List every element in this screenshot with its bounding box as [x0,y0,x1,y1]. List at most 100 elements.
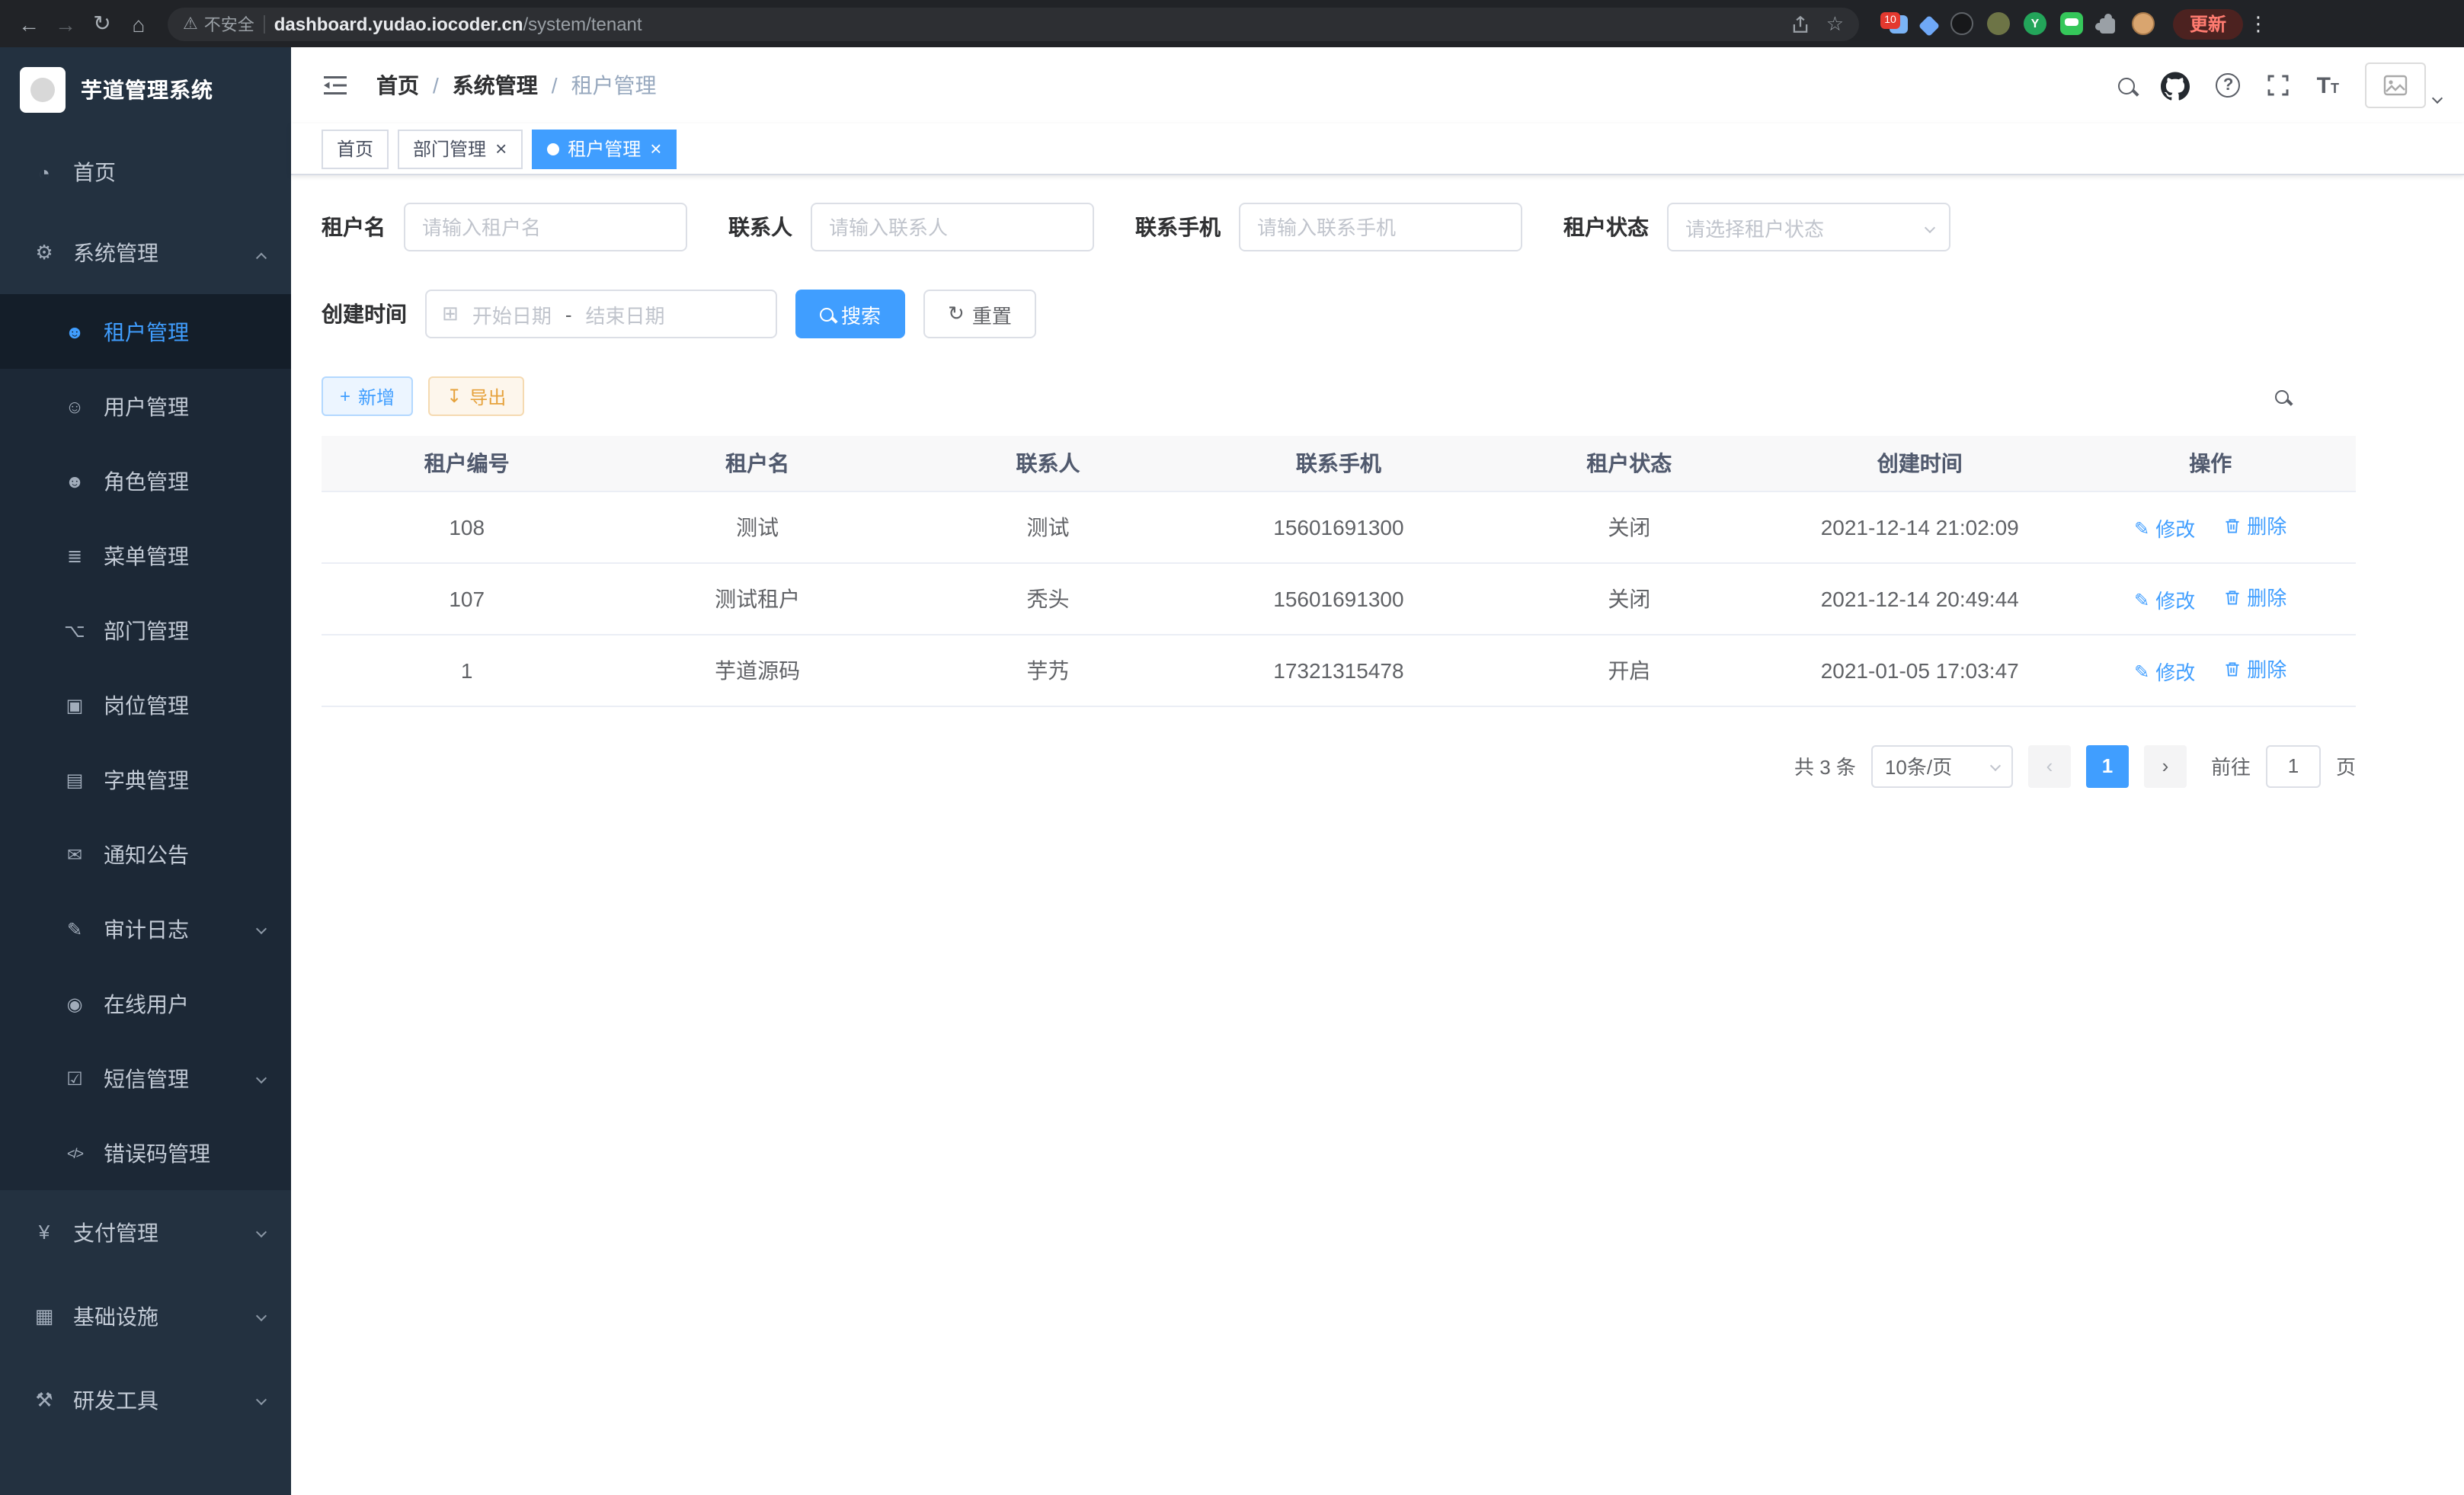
browser-reload-icon[interactable]: ↻ [85,7,119,40]
delete-link[interactable]: 删除 [2222,511,2286,539]
date-range-picker[interactable]: ⊞ 开始日期 - 结束日期 [425,290,777,338]
reset-button[interactable]: ↻ 重置 [923,290,1036,338]
table-row[interactable]: 108 测试 测试 15601691300 关闭 2021-12-14 21:0… [322,491,2356,562]
delete-link[interactable]: 删除 [2222,582,2286,611]
breadcrumb-home[interactable]: 首页 [376,70,419,101]
navbar-actions: ? TT [2119,62,2441,108]
sidebar-item-online-users[interactable]: ◉ 在线用户 [0,966,291,1041]
edit-link[interactable]: ✎修改 [2134,514,2195,543]
extension-olive-icon[interactable] [1987,12,2010,35]
tenant-name-input[interactable] [404,203,687,251]
phone-input[interactable] [1239,203,1522,251]
sidebar-item-payment[interactable]: ¥ 支付管理 [0,1190,291,1274]
tab-tenant[interactable]: 租户管理 × [531,129,677,168]
share-icon[interactable] [1791,13,1811,34]
sidebar-item-label: 首页 [73,157,116,187]
table-row[interactable]: 107 测试租户 秃头 15601691300 关闭 2021-12-14 20… [322,562,2356,634]
address-bar[interactable]: ⚠ 不安全 dashboard.yudao.iocoder.cn/system/… [168,7,1859,40]
edit-link[interactable]: ✎修改 [2134,657,2195,686]
edit-pencil-icon: ✎ [2134,589,2149,610]
sidebar-item-home[interactable]: ◔ 首页 [0,133,291,212]
sidebar-item-label: 岗位管理 [104,690,189,720]
sidebar-item-tenant[interactable]: ☻ 租户管理 [0,294,291,369]
sidebar-item-system[interactable]: ⚙ 系统管理 [0,212,291,294]
sidebar-item-audit-log[interactable]: ✎ 审计日志 [0,892,291,966]
date-start-placeholder: 开始日期 [472,299,552,328]
extension-green-y-icon[interactable]: Y [2024,12,2046,35]
breadcrumb-system[interactable]: 系统管理 [453,70,538,101]
sidebar-item-dict[interactable]: ▤ 字典管理 [0,742,291,817]
app-logo-area[interactable]: 芋道管理系统 [0,47,291,133]
edit-link[interactable]: ✎修改 [2134,585,2195,614]
delete-link[interactable]: 删除 [2222,654,2286,683]
search-button[interactable]: 搜索 [795,290,905,338]
extension-badged-icon[interactable]: 10 [1880,11,1908,36]
url-text[interactable]: dashboard.yudao.iocoder.cn/system/tenant [274,13,642,34]
search-icon [820,307,834,321]
cell-contact: 测试 [903,491,1193,562]
browser-home-icon[interactable]: ⌂ [122,7,155,40]
browser-forward-icon[interactable]: → [49,7,82,40]
table-row[interactable]: 1 芋道源码 芋艿 17321315478 开启 2021-01-05 17:0… [322,634,2356,706]
bookmark-star-icon[interactable]: ☆ [1826,11,1844,36]
role-icon: ☻ [62,470,87,491]
contact-input[interactable] [811,203,1094,251]
breadcrumb: 首页 / 系统管理 / 租户管理 [376,70,657,101]
extension-chat-icon[interactable] [2060,12,2083,35]
sidebar-item-menu[interactable]: ≣ 菜单管理 [0,518,291,593]
filter-row-2: 创建时间 ⊞ 开始日期 - 结束日期 搜索 ↻ [322,290,2356,338]
extension-badge-count: 10 [1880,11,1900,28]
fullscreen-icon[interactable] [2267,73,2291,98]
refresh-button[interactable] [2319,378,2356,415]
github-icon[interactable] [2162,71,2190,100]
sidebar-item-sms[interactable]: ☑ 短信管理 [0,1041,291,1116]
collapse-sidebar-icon[interactable] [322,75,349,96]
close-icon[interactable]: × [650,139,661,158]
tenant-name-label: 租户名 [322,212,386,242]
gear-icon: ⚙ [32,241,56,265]
font-size-icon[interactable]: TT [2317,74,2339,97]
next-page-button[interactable]: › [2144,744,2187,787]
trash-icon [2222,516,2241,534]
toggle-search-button[interactable] [2263,378,2299,415]
status-select[interactable]: 请选择租户状态 [1667,203,1950,251]
sidebar-item-role[interactable]: ☻ 角色管理 [0,443,291,518]
security-status[interactable]: ⚠ 不安全 [183,11,254,36]
add-button[interactable]: + 新增 [322,376,413,416]
tags-view-bar: 首页 部门管理 × 租户管理 × [291,123,2464,175]
browser-menu-icon[interactable]: ⋮ [2246,11,2270,36]
col-contact: 联系人 [903,436,1193,491]
goto-page-input[interactable] [2266,744,2321,787]
tab-dept[interactable]: 部门管理 × [398,129,522,168]
tab-label: 租户管理 [568,136,641,162]
phone-label: 联系手机 [1135,212,1221,242]
extension-diamond-icon[interactable] [1918,15,1940,37]
sidebar-item-infrastructure[interactable]: ▦ 基础设施 [0,1274,291,1358]
table-toolbar: + 新增 ↧ 导出 [322,376,2356,416]
avatar[interactable] [2365,62,2426,108]
search-icon[interactable] [2119,77,2136,94]
extensions-puzzle-icon[interactable] [2097,14,2118,35]
page-number-1[interactable]: 1 [2086,744,2129,787]
sidebar-item-error-code[interactable]: </> 错误码管理 [0,1116,291,1190]
sidebar-item-notice[interactable]: ✉ 通知公告 [0,817,291,892]
sidebar-item-post[interactable]: ▣ 岗位管理 [0,667,291,742]
export-button[interactable]: ↧ 导出 [428,376,524,416]
sidebar-item-dept[interactable]: ⌥ 部门管理 [0,593,291,667]
page-size-select[interactable]: 10条/页 [1871,744,2013,787]
sidebar-item-dev-tools[interactable]: ⚒ 研发工具 [0,1358,291,1442]
user-menu[interactable] [2365,62,2441,108]
tab-home[interactable]: 首页 [322,129,389,168]
extension-dark-icon[interactable] [1950,12,1973,35]
prev-page-button[interactable]: ‹ [2028,744,2071,787]
browser-profile-avatar[interactable] [2132,12,2155,35]
help-icon[interactable]: ? [2216,73,2241,98]
system-submenu: ☻ 租户管理 ☺ 用户管理 ☻ 角色管理 ≣ 菜单管理 ⌥ 部门管理 [0,294,291,1190]
tenant-users-icon: ☻ [62,321,87,342]
sidebar-item-user[interactable]: ☺ 用户管理 [0,369,291,443]
browser-update-button[interactable]: 更新 [2173,8,2243,39]
close-icon[interactable]: × [495,139,507,158]
omnibox-divider [264,14,265,33]
browser-back-icon[interactable]: ← [12,7,46,40]
col-actions: 操作 [2065,436,2356,491]
